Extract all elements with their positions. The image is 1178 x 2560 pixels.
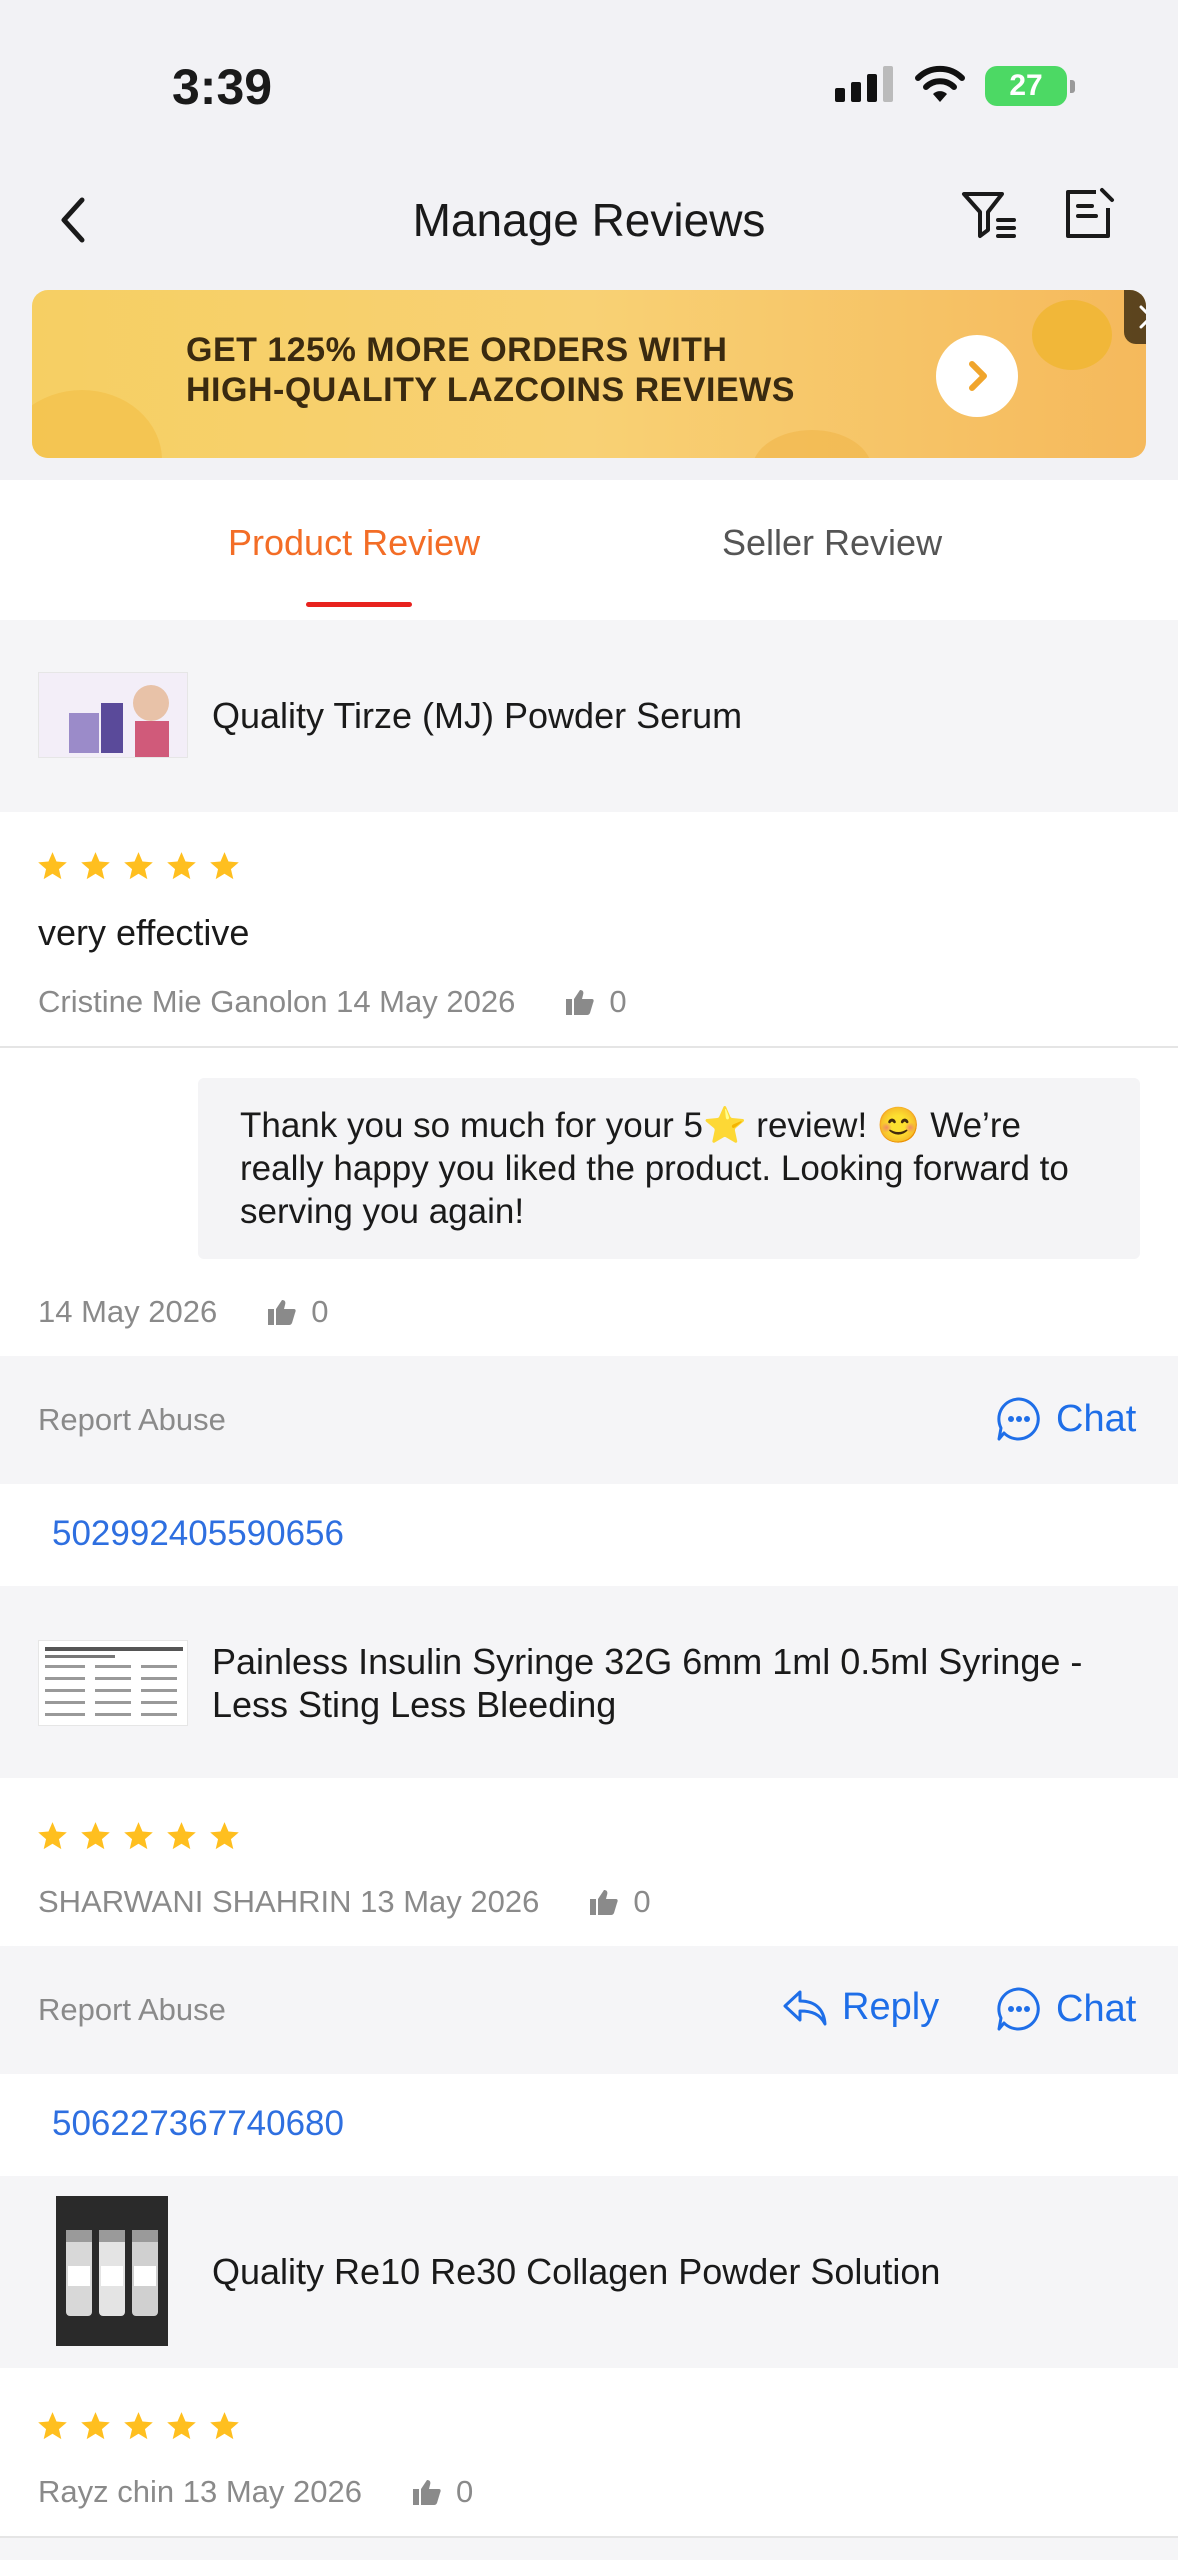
review-meta: Rayz chin 13 May 2026 0 [38, 2474, 473, 2510]
coin-decoration-icon [32, 390, 162, 458]
product-name: Quality Re10 Re30 Collagen Powder Soluti… [212, 2251, 941, 2292]
review-meta: SHARWANI SHAHRIN 13 May 2026 0 [38, 1884, 651, 1920]
review-card: SHARWANI SHAHRIN 13 May 2026 0 [0, 1778, 1178, 1946]
star-icon [210, 852, 239, 880]
thumbs-up-icon [412, 2480, 441, 2505]
like-counter[interactable]: 0 [267, 1294, 328, 1330]
banner-line-1: GET 125% MORE ORDERS WITH [186, 331, 728, 369]
divider [0, 2536, 1178, 2538]
edit-icon[interactable] [1060, 184, 1116, 244]
promo-banner-area: GET 125% MORE ORDERS WITH HIGH-QUALITY L… [0, 290, 1178, 480]
wifi-icon [915, 65, 965, 102]
chat-label: Chat [1056, 1397, 1137, 1440]
review-card: Rayz chin 13 May 2026 0 [0, 2368, 1178, 2536]
star-icon [81, 852, 110, 880]
reviewer-and-date: Rayz chin 13 May 2026 [38, 2474, 362, 2509]
product-image-vials [56, 2196, 168, 2346]
star-icon [81, 2412, 110, 2440]
like-counter[interactable]: 0 [412, 2474, 473, 2510]
lazcoins-promo-banner[interactable]: GET 125% MORE ORDERS WITH HIGH-QUALITY L… [32, 290, 1146, 458]
thumbs-up-icon [268, 1300, 296, 1325]
star-rating [36, 850, 241, 883]
status-time: 3:39 [172, 59, 273, 115]
reviewer-and-date: SHARWANI SHAHRIN 13 May 2026 [38, 1884, 540, 1919]
product-thumbnail [38, 672, 188, 758]
review-actions: Report Abuse Chat [0, 1356, 1178, 1484]
reply-arrow-icon [783, 1990, 827, 2025]
coin-decoration-icon [1032, 300, 1112, 370]
product-name: Painless Insulin Syringe 32G 6mm 1ml 0.5… [212, 1641, 1083, 1725]
star-icon [38, 1822, 67, 1850]
star-icon [124, 852, 153, 880]
nav-header: Manage Reviews [0, 160, 1178, 290]
star-icon [210, 2412, 239, 2440]
like-counter[interactable]: 0 [589, 1884, 651, 1920]
star-rating [36, 2410, 241, 2443]
cellular-signal-icon [835, 66, 893, 102]
reply-button[interactable]: Reply [782, 1986, 939, 2029]
coin-decoration-icon [752, 430, 872, 458]
seller-reply-text: Thank you so much for your 5⭐ review! 😊 … [198, 1078, 1140, 1259]
like-count: 0 [633, 1884, 651, 1919]
chat-button[interactable]: Chat [996, 1986, 1136, 2032]
review-meta: Cristine Mie Ganolon 14 May 2026 0 [38, 984, 627, 1020]
chat-icon [997, 1397, 1040, 1441]
report-abuse-link[interactable]: Report Abuse [38, 1992, 226, 2028]
product-image-serum [39, 673, 187, 757]
star-icon [167, 852, 196, 880]
review-card: very effective Cristine Mie Ganolon 14 M… [0, 812, 1178, 1048]
star-icon [210, 1822, 239, 1850]
chat-icon [997, 1987, 1040, 2031]
product-thumbnail [38, 1640, 188, 1726]
star-icon [81, 1822, 110, 1850]
order-row: 502992405590656 [0, 1484, 1178, 1586]
star-icon [38, 852, 67, 880]
status-bar: 3:39 27 [0, 0, 1178, 160]
star-icon [124, 2412, 153, 2440]
like-count: 0 [311, 1294, 329, 1329]
filter-icon[interactable] [958, 184, 1020, 246]
tab-product-review[interactable]: Product Review [228, 522, 480, 564]
product-row[interactable]: Quality Tirze (MJ) Powder Serum [0, 620, 1178, 812]
close-icon [1139, 305, 1146, 329]
banner-line-2: HIGH-QUALITY LAZCOINS REVIEWS [186, 371, 795, 409]
banner-text: GET 125% MORE ORDERS WITH HIGH-QUALITY L… [186, 330, 795, 410]
star-rating [36, 1820, 241, 1853]
chat-button[interactable]: Chat [996, 1396, 1136, 1442]
review-actions: Report Abuse Reply Chat [0, 1946, 1178, 2074]
order-id-link[interactable]: 506227367740680 [52, 2104, 344, 2144]
chat-label: Chat [1056, 1987, 1137, 2030]
review-tabs: Product Review Seller Review [0, 480, 1178, 620]
battery-level: 27 [1009, 69, 1043, 102]
product-thumbnail [56, 2196, 168, 2346]
star-icon [124, 1822, 153, 1850]
like-count: 0 [609, 984, 627, 1019]
star-icon [167, 2412, 196, 2440]
reply-label: Reply [842, 1986, 940, 2028]
star-icon [38, 2412, 67, 2440]
product-image-syringe-table [39, 1641, 187, 1725]
banner-close-button[interactable] [1124, 290, 1146, 344]
banner-go-button[interactable] [936, 335, 1018, 417]
product-row[interactable]: Painless Insulin Syringe 32G 6mm 1ml 0.5… [0, 1586, 1178, 1778]
tab-seller-review[interactable]: Seller Review [722, 522, 942, 564]
reply-meta: 14 May 2026 0 [38, 1294, 328, 1330]
like-count: 0 [455, 2474, 474, 2509]
active-tab-indicator [306, 602, 412, 607]
seller-reply-section: Thank you so much for your 5⭐ review! 😊 … [0, 1048, 1178, 1356]
product-name: Quality Tirze (MJ) Powder Serum [212, 695, 743, 736]
battery-icon: 27 [985, 66, 1075, 106]
order-id-link[interactable]: 502992405590656 [52, 1514, 344, 1554]
review-text: very effective [38, 912, 250, 953]
star-icon [167, 1822, 196, 1850]
reviewer-and-date: Cristine Mie Ganolon 14 May 2026 [38, 984, 516, 1019]
like-counter[interactable]: 0 [565, 984, 627, 1020]
reply-date: 14 May 2026 [38, 1294, 218, 1329]
chevron-right-icon [969, 361, 987, 391]
thumbs-up-icon [590, 1890, 618, 1915]
report-abuse-link[interactable]: Report Abuse [38, 1402, 226, 1438]
order-row: 506227367740680 [0, 2074, 1178, 2176]
thumbs-up-icon [566, 990, 594, 1015]
product-row[interactable]: Quality Re10 Re30 Collagen Powder Soluti… [0, 2176, 1178, 2368]
